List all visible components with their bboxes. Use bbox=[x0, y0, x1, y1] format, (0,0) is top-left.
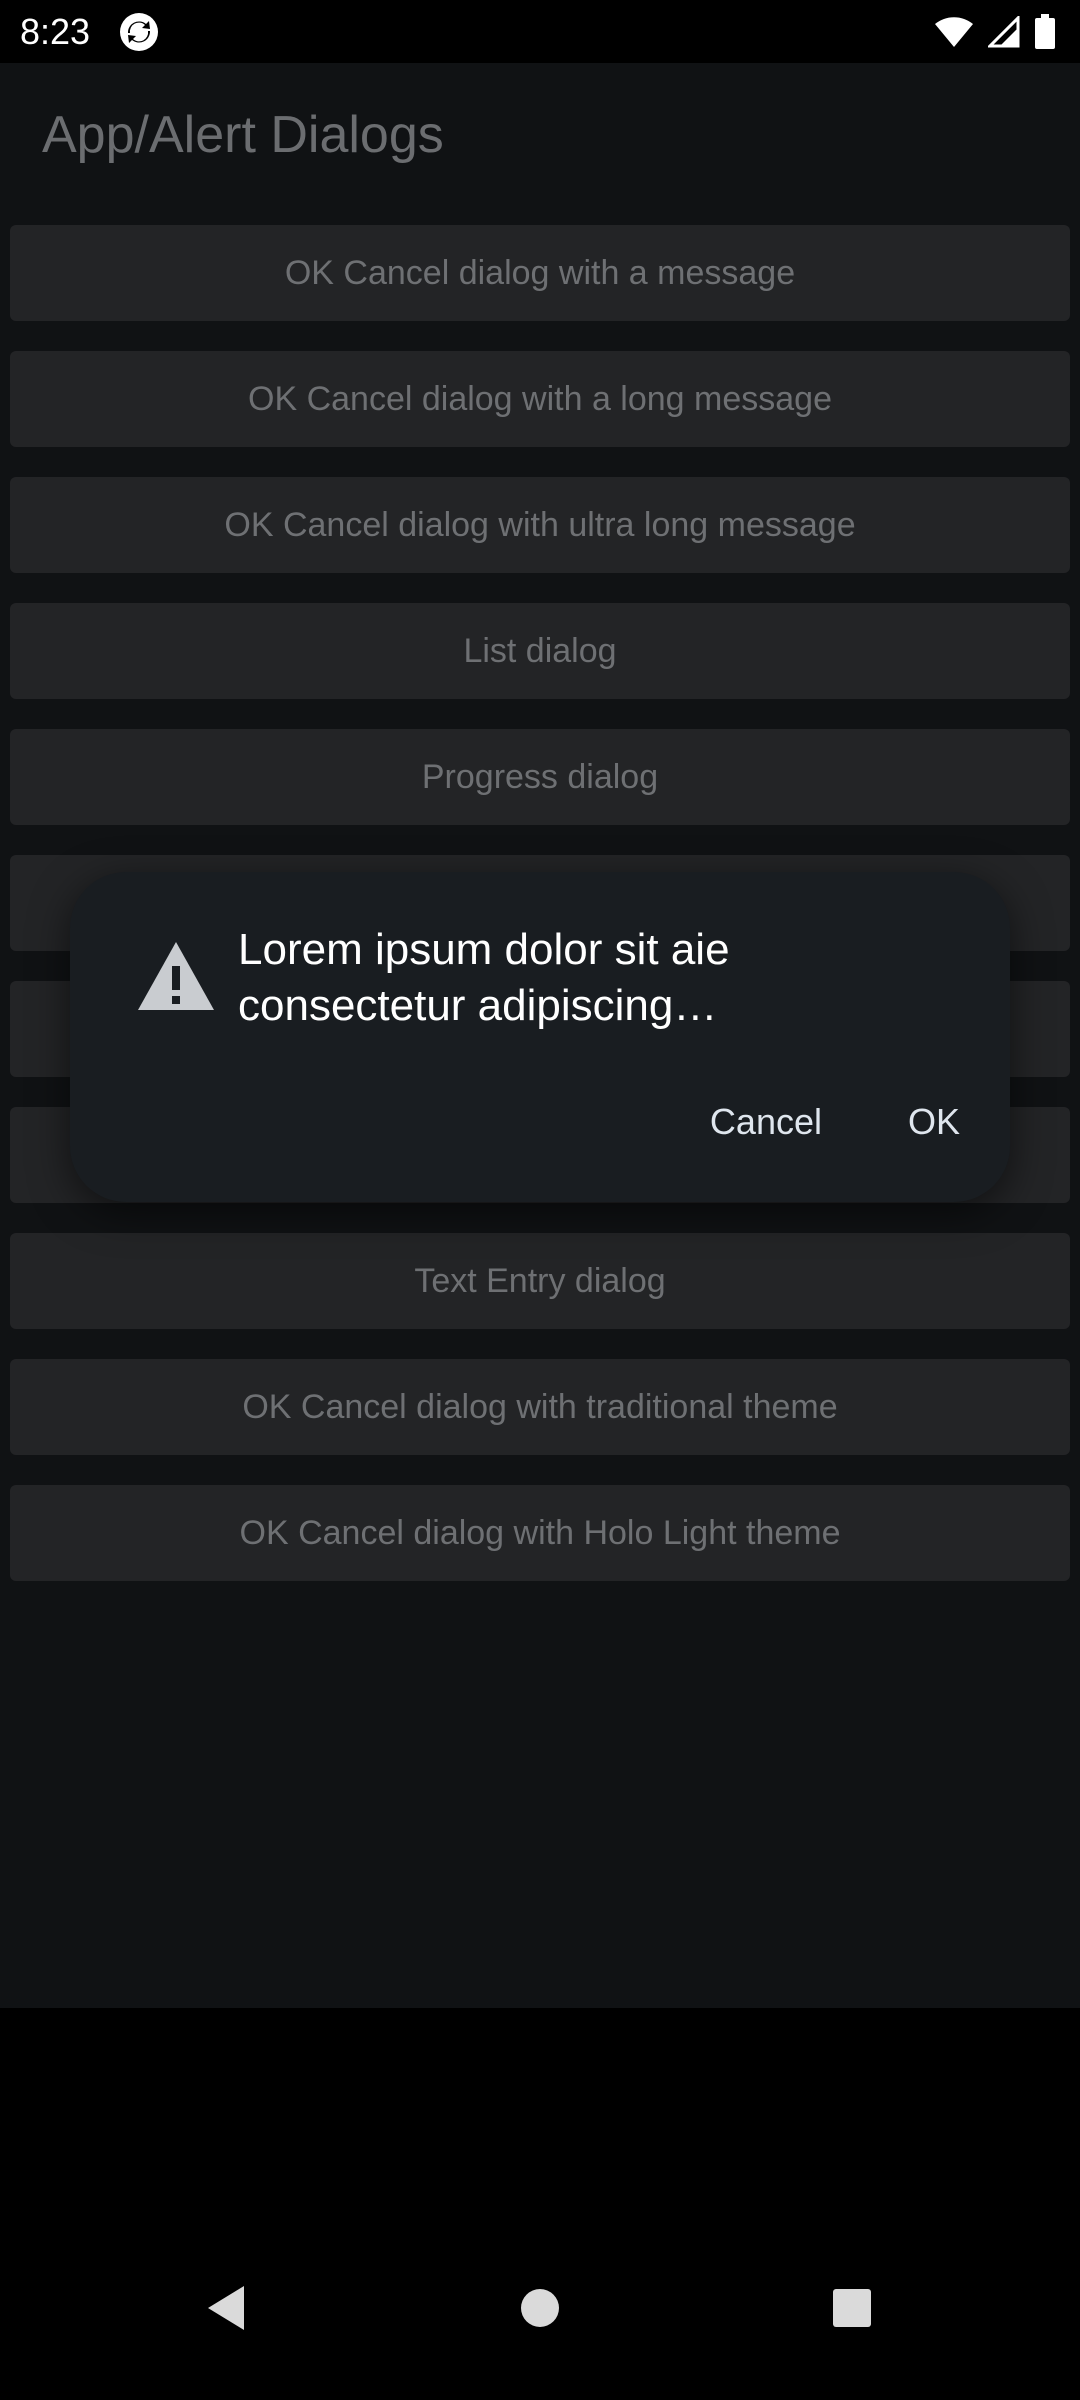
home-icon bbox=[521, 2289, 559, 2327]
holo-light-theme-button[interactable]: OK Cancel dialog with Holo Light theme bbox=[10, 1485, 1070, 1581]
sync-app-icon bbox=[120, 13, 158, 51]
cell-signal-icon bbox=[988, 16, 1020, 48]
back-icon bbox=[208, 2286, 244, 2330]
progress-dialog-button[interactable]: Progress dialog bbox=[10, 729, 1070, 825]
ok-cancel-ultra-long-message-button[interactable]: OK Cancel dialog with ultra long message bbox=[10, 477, 1070, 573]
back-button[interactable] bbox=[186, 2268, 266, 2348]
battery-icon bbox=[1035, 14, 1055, 49]
status-time: 8:23 bbox=[20, 11, 91, 52]
page-title: App/Alert Dialogs bbox=[42, 106, 444, 164]
dialog-actions: Cancel OK bbox=[710, 1090, 960, 1154]
navigation-bar bbox=[0, 2208, 1080, 2400]
status-bar: 8:23 bbox=[0, 0, 1080, 63]
traditional-theme-button[interactable]: OK Cancel dialog with traditional theme bbox=[10, 1359, 1070, 1455]
screen: 8:23 App/Alert Dialogs OK Cancel dialog … bbox=[0, 0, 1080, 2400]
ok-cancel-message-button[interactable]: OK Cancel dialog with a message bbox=[10, 225, 1070, 321]
recents-button[interactable] bbox=[812, 2268, 892, 2348]
ok-cancel-long-message-button[interactable]: OK Cancel dialog with a long message bbox=[10, 351, 1070, 447]
dialog-title: Lorem ipsum dolor sit aie consectetur ad… bbox=[238, 925, 730, 1030]
ok-button[interactable]: OK bbox=[908, 1090, 960, 1154]
text-entry-dialog-button[interactable]: Text Entry dialog bbox=[10, 1233, 1070, 1329]
alert-dialog: Lorem ipsum dolor sit aie consectetur ad… bbox=[70, 872, 1010, 1202]
status-icons bbox=[934, 12, 1056, 52]
cancel-button[interactable]: Cancel bbox=[710, 1090, 822, 1154]
home-button[interactable] bbox=[500, 2268, 580, 2348]
list-dialog-button[interactable]: List dialog bbox=[10, 603, 1070, 699]
wifi-icon bbox=[935, 17, 973, 47]
recents-icon bbox=[833, 2289, 871, 2327]
warning-icon bbox=[138, 942, 214, 1010]
